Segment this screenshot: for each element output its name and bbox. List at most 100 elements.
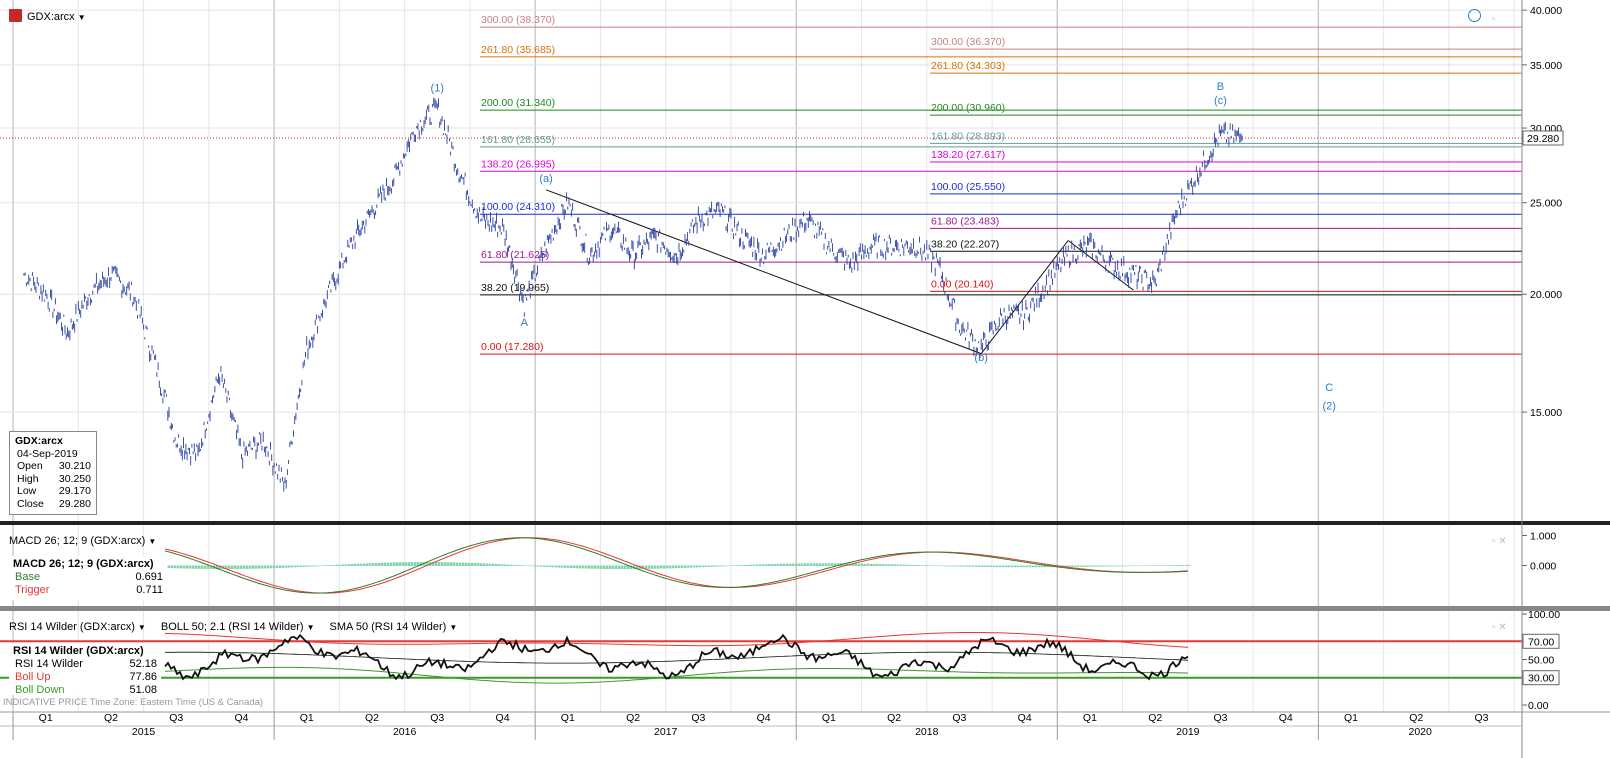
macd-histogram-bar — [813, 563, 816, 566]
macd-histogram-bar — [666, 565, 669, 569]
fib-level-label: 261.80 (35.685) — [481, 44, 555, 56]
macd-histogram-bar — [447, 562, 450, 566]
window-icon[interactable]: ▫ — [1492, 536, 1496, 547]
macd-histogram-bar — [408, 562, 411, 566]
macd-histogram-bar — [624, 565, 627, 570]
macd-histogram-bar — [336, 564, 339, 566]
macd-histogram-bar — [294, 565, 297, 568]
macd-histogram-bar — [1140, 565, 1143, 567]
macd-pane-icons: ▫ ✕ — [1492, 536, 1507, 547]
macd-histogram-bar — [984, 565, 987, 568]
macd-histogram-bar — [864, 563, 867, 566]
macd-histogram-bar — [372, 563, 375, 566]
macd-histogram-bar — [354, 563, 357, 566]
close-icon[interactable]: ✕ — [1498, 536, 1506, 547]
x-year-label: 2017 — [654, 726, 678, 738]
pane-separator — [0, 521, 1610, 525]
macd-histogram-bar — [189, 565, 192, 569]
macd-histogram-bar — [1041, 565, 1044, 568]
macd-histogram-bar — [921, 565, 924, 566]
macd-histogram-bar — [861, 563, 864, 566]
x-quarter-label: Q4 — [496, 712, 510, 724]
price-info-box: GDX:arcx 04-Sep-2019 Open 30.210 High 30.2… — [9, 431, 97, 515]
fib-level-label: 38.20 (19.965) — [481, 282, 549, 294]
rsi-tick-label: 0.00 — [1528, 700, 1549, 712]
macd-histogram-bar — [264, 565, 267, 569]
macd-histogram-bar — [645, 565, 648, 569]
macd-histogram-bar — [1095, 565, 1098, 567]
window-icon[interactable]: ▫ — [1492, 14, 1496, 25]
macd-histogram-bar — [510, 564, 513, 566]
window-icon[interactable]: ▫ — [1492, 622, 1496, 633]
macd-histogram-bar — [732, 565, 735, 566]
macd-histogram-bar — [351, 563, 354, 566]
macd-histogram-bar — [288, 565, 291, 568]
macd-histogram-bar — [1125, 565, 1128, 567]
macd-histogram-bar — [660, 565, 663, 569]
rsi-header-label: RSI 14 Wilder (GDX:arcx) — [9, 621, 135, 633]
macd-histogram-bar — [888, 564, 891, 566]
macd-histogram-bar — [966, 565, 969, 567]
macd-histogram-bar — [1158, 565, 1161, 566]
macd-histogram-bar — [345, 564, 348, 566]
macd-histogram-bar — [231, 565, 234, 570]
macd-histogram-bar — [438, 562, 441, 566]
macd-header[interactable]: MACD 26; 12; 9 (GDX:arcx) ▼ — [9, 535, 156, 547]
close-icon[interactable]: ✕ — [1498, 622, 1506, 633]
macd-histogram-bar — [468, 562, 471, 566]
chevron-down-icon[interactable]: ▼ — [307, 623, 315, 632]
y-tick-label: 35.000 — [1530, 60, 1562, 72]
macd-histogram-bar — [462, 562, 465, 566]
chart-canvas[interactable]: 300.00 (38.370) 261.80 (35.685) 200.00 (31… — [0, 0, 1610, 758]
macd-histogram-bar — [363, 563, 366, 566]
chevron-down-icon[interactable]: ▼ — [449, 623, 457, 632]
chevron-down-icon[interactable]: ▼ — [78, 13, 86, 22]
x-quarter-label: Q1 — [39, 712, 53, 724]
macd-histogram-bar — [552, 565, 555, 568]
macd-histogram-bar — [930, 565, 933, 566]
chevron-down-icon[interactable]: ▼ — [148, 537, 156, 546]
macd-histogram-bar — [369, 563, 372, 566]
macd-histogram-bar — [1104, 565, 1107, 567]
x-quarter-label: Q3 — [1213, 712, 1227, 724]
macd-histogram-bar — [555, 565, 558, 568]
macd-histogram-bar — [477, 563, 480, 566]
macd-histogram-bar — [1092, 565, 1095, 567]
rsi-header[interactable]: RSI 14 Wilder (GDX:arcx) ▼ BOLL 50; 2.1 (… — [9, 621, 457, 633]
macd-histogram-bar — [954, 565, 957, 567]
macd-histogram-bar — [993, 565, 996, 568]
clock-icon[interactable] — [1468, 9, 1481, 22]
macd-histogram-bar — [786, 563, 789, 566]
macd-histogram-bar — [291, 565, 294, 568]
macd-histogram-bar — [318, 565, 321, 567]
macd-histogram-bar — [945, 565, 948, 567]
macd-histogram-bar — [270, 565, 273, 569]
macd-histogram-bar — [204, 565, 207, 569]
symbol-header[interactable]: GDX:arcx ▼ — [9, 9, 86, 23]
macd-histogram-bar — [723, 565, 726, 567]
fib-level-label: 300.00 (38.370) — [481, 14, 555, 26]
macd-histogram-bar — [576, 565, 579, 569]
macd-histogram-bar — [957, 565, 960, 567]
x-quarter-label: Q3 — [430, 712, 444, 724]
macd-histogram-bar — [387, 562, 390, 566]
rsi-tick-label: 50.00 — [1528, 655, 1554, 667]
x-quarter-label: Q1 — [1344, 712, 1358, 724]
macd-histogram-bar — [1122, 565, 1125, 567]
chevron-down-icon[interactable]: ▼ — [138, 623, 146, 632]
wave-label: C — [1325, 382, 1333, 394]
fib-level-label: 300.00 (36.370) — [931, 36, 1005, 48]
macd-histogram-bar — [1083, 565, 1086, 567]
fib-level-label: 161.80 (28.893) — [931, 130, 1005, 142]
macd-histogram-bar — [498, 564, 501, 566]
macd-histogram-bar — [252, 565, 255, 569]
macd-histogram-bar — [801, 563, 804, 566]
macd-histogram-bar — [876, 563, 879, 566]
x-quarter-label: Q2 — [1409, 712, 1423, 724]
macd-histogram-bar — [594, 565, 597, 569]
macd-histogram-bar — [306, 565, 309, 567]
macd-histogram-bar — [855, 563, 858, 566]
macd-histogram-bar — [711, 565, 714, 567]
x-quarter-label: Q4 — [757, 712, 771, 724]
macd-histogram-bar — [504, 564, 507, 566]
